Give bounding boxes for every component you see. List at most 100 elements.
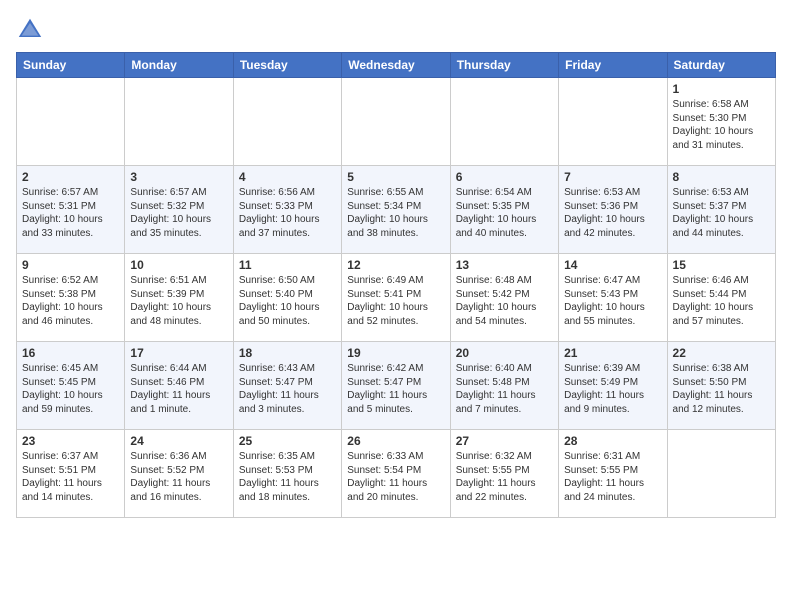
calendar-cell <box>667 430 775 518</box>
day-header-monday: Monday <box>125 53 233 78</box>
day-header-tuesday: Tuesday <box>233 53 341 78</box>
day-number: 10 <box>130 258 227 272</box>
day-info: Sunrise: 6:45 AM Sunset: 5:45 PM Dayligh… <box>22 362 119 416</box>
logo <box>16 16 48 44</box>
calendar-cell: 2 Sunrise: 6:57 AM Sunset: 5:31 PM Daylig… <box>17 166 125 254</box>
day-info: Sunrise: 6:54 AM Sunset: 5:35 PM Dayligh… <box>456 186 553 240</box>
logo-icon <box>16 16 44 44</box>
day-number: 24 <box>130 434 227 448</box>
day-number: 16 <box>22 346 119 360</box>
page-header <box>16 16 776 44</box>
day-info: Sunrise: 6:31 AM Sunset: 5:55 PM Dayligh… <box>564 450 661 504</box>
day-info: Sunrise: 6:50 AM Sunset: 5:40 PM Dayligh… <box>239 274 336 328</box>
day-number: 1 <box>673 82 770 96</box>
calendar-table: SundayMondayTuesdayWednesdayThursdayFrid… <box>16 52 776 518</box>
day-info: Sunrise: 6:56 AM Sunset: 5:33 PM Dayligh… <box>239 186 336 240</box>
day-number: 2 <box>22 170 119 184</box>
day-info: Sunrise: 6:36 AM Sunset: 5:52 PM Dayligh… <box>130 450 227 504</box>
day-number: 9 <box>22 258 119 272</box>
day-number: 8 <box>673 170 770 184</box>
day-header-saturday: Saturday <box>667 53 775 78</box>
day-info: Sunrise: 6:32 AM Sunset: 5:55 PM Dayligh… <box>456 450 553 504</box>
day-number: 19 <box>347 346 444 360</box>
day-info: Sunrise: 6:51 AM Sunset: 5:39 PM Dayligh… <box>130 274 227 328</box>
calendar-cell: 11 Sunrise: 6:50 AM Sunset: 5:40 PM Dayli… <box>233 254 341 342</box>
day-info: Sunrise: 6:44 AM Sunset: 5:46 PM Dayligh… <box>130 362 227 416</box>
day-header-sunday: Sunday <box>17 53 125 78</box>
day-number: 22 <box>673 346 770 360</box>
day-info: Sunrise: 6:57 AM Sunset: 5:32 PM Dayligh… <box>130 186 227 240</box>
day-number: 11 <box>239 258 336 272</box>
calendar-cell: 6 Sunrise: 6:54 AM Sunset: 5:35 PM Daylig… <box>450 166 558 254</box>
day-info: Sunrise: 6:55 AM Sunset: 5:34 PM Dayligh… <box>347 186 444 240</box>
day-info: Sunrise: 6:53 AM Sunset: 5:36 PM Dayligh… <box>564 186 661 240</box>
calendar-cell: 13Sunrise: 6:48 AM Sunset: 5:42 PM Dayli… <box>450 254 558 342</box>
day-info: Sunrise: 6:49 AM Sunset: 5:41 PM Dayligh… <box>347 274 444 328</box>
day-info: Sunrise: 6:37 AM Sunset: 5:51 PM Dayligh… <box>22 450 119 504</box>
calendar-cell: 21Sunrise: 6:39 AM Sunset: 5:49 PM Dayli… <box>559 342 667 430</box>
calendar-cell: 17 Sunrise: 6:44 AM Sunset: 5:46 PM Dayli… <box>125 342 233 430</box>
day-info: Sunrise: 6:53 AM Sunset: 5:37 PM Dayligh… <box>673 186 770 240</box>
day-info: Sunrise: 6:38 AM Sunset: 5:50 PM Dayligh… <box>673 362 770 416</box>
calendar-cell: 18 Sunrise: 6:43 AM Sunset: 5:47 PM Dayli… <box>233 342 341 430</box>
calendar-cell: 26 Sunrise: 6:33 AM Sunset: 5:54 PM Dayli… <box>342 430 450 518</box>
day-number: 5 <box>347 170 444 184</box>
day-number: 14 <box>564 258 661 272</box>
day-number: 23 <box>22 434 119 448</box>
calendar-cell <box>233 78 341 166</box>
day-number: 28 <box>564 434 661 448</box>
calendar-header-row: SundayMondayTuesdayWednesdayThursdayFrid… <box>17 53 776 78</box>
calendar-cell: 23 Sunrise: 6:37 AM Sunset: 5:51 PM Dayli… <box>17 430 125 518</box>
calendar-week-row: 16 Sunrise: 6:45 AM Sunset: 5:45 PM Dayli… <box>17 342 776 430</box>
calendar-cell: 24 Sunrise: 6:36 AM Sunset: 5:52 PM Dayli… <box>125 430 233 518</box>
calendar-cell <box>17 78 125 166</box>
calendar-cell: 19 Sunrise: 6:42 AM Sunset: 5:47 PM Dayli… <box>342 342 450 430</box>
day-number: 6 <box>456 170 553 184</box>
day-info: Sunrise: 6:46 AM Sunset: 5:44 PM Dayligh… <box>673 274 770 328</box>
day-header-wednesday: Wednesday <box>342 53 450 78</box>
day-info: Sunrise: 6:39 AM Sunset: 5:49 PM Dayligh… <box>564 362 661 416</box>
day-header-thursday: Thursday <box>450 53 558 78</box>
calendar-cell <box>450 78 558 166</box>
day-number: 3 <box>130 170 227 184</box>
day-info: Sunrise: 6:47 AM Sunset: 5:43 PM Dayligh… <box>564 274 661 328</box>
calendar-week-row: 2 Sunrise: 6:57 AM Sunset: 5:31 PM Daylig… <box>17 166 776 254</box>
calendar-cell: 9 Sunrise: 6:52 AM Sunset: 5:38 PM Daylig… <box>17 254 125 342</box>
calendar-cell: 1 Sunrise: 6:58 AM Sunset: 5:30 PM Daylig… <box>667 78 775 166</box>
day-number: 4 <box>239 170 336 184</box>
calendar-cell: 16 Sunrise: 6:45 AM Sunset: 5:45 PM Dayli… <box>17 342 125 430</box>
calendar-cell: 7Sunrise: 6:53 AM Sunset: 5:36 PM Daylig… <box>559 166 667 254</box>
day-info: Sunrise: 6:33 AM Sunset: 5:54 PM Dayligh… <box>347 450 444 504</box>
day-info: Sunrise: 6:40 AM Sunset: 5:48 PM Dayligh… <box>456 362 553 416</box>
day-info: Sunrise: 6:52 AM Sunset: 5:38 PM Dayligh… <box>22 274 119 328</box>
day-info: Sunrise: 6:35 AM Sunset: 5:53 PM Dayligh… <box>239 450 336 504</box>
day-info: Sunrise: 6:42 AM Sunset: 5:47 PM Dayligh… <box>347 362 444 416</box>
day-number: 25 <box>239 434 336 448</box>
day-info: Sunrise: 6:57 AM Sunset: 5:31 PM Dayligh… <box>22 186 119 240</box>
calendar-week-row: 9 Sunrise: 6:52 AM Sunset: 5:38 PM Daylig… <box>17 254 776 342</box>
day-info: Sunrise: 6:43 AM Sunset: 5:47 PM Dayligh… <box>239 362 336 416</box>
calendar-cell: 27 Sunrise: 6:32 AM Sunset: 5:55 PM Dayli… <box>450 430 558 518</box>
calendar-cell: 3 Sunrise: 6:57 AM Sunset: 5:32 PM Daylig… <box>125 166 233 254</box>
day-number: 18 <box>239 346 336 360</box>
calendar-cell: 20Sunrise: 6:40 AM Sunset: 5:48 PM Dayli… <box>450 342 558 430</box>
calendar-cell: 8 Sunrise: 6:53 AM Sunset: 5:37 PM Daylig… <box>667 166 775 254</box>
day-number: 17 <box>130 346 227 360</box>
calendar-week-row: 23 Sunrise: 6:37 AM Sunset: 5:51 PM Dayli… <box>17 430 776 518</box>
calendar-cell <box>125 78 233 166</box>
day-number: 15 <box>673 258 770 272</box>
calendar-cell: 12 Sunrise: 6:49 AM Sunset: 5:41 PM Dayli… <box>342 254 450 342</box>
day-number: 26 <box>347 434 444 448</box>
calendar-cell <box>559 78 667 166</box>
calendar-cell: 10 Sunrise: 6:51 AM Sunset: 5:39 PM Dayli… <box>125 254 233 342</box>
calendar-cell <box>342 78 450 166</box>
day-info: Sunrise: 6:58 AM Sunset: 5:30 PM Dayligh… <box>673 98 770 152</box>
day-number: 27 <box>456 434 553 448</box>
day-info: Sunrise: 6:48 AM Sunset: 5:42 PM Dayligh… <box>456 274 553 328</box>
calendar-week-row: 1 Sunrise: 6:58 AM Sunset: 5:30 PM Daylig… <box>17 78 776 166</box>
calendar-cell: 14 Sunrise: 6:47 AM Sunset: 5:43 PM Dayli… <box>559 254 667 342</box>
calendar-cell: 4 Sunrise: 6:56 AM Sunset: 5:33 PM Daylig… <box>233 166 341 254</box>
day-number: 12 <box>347 258 444 272</box>
day-header-friday: Friday <box>559 53 667 78</box>
calendar-cell: 22 Sunrise: 6:38 AM Sunset: 5:50 PM Dayli… <box>667 342 775 430</box>
